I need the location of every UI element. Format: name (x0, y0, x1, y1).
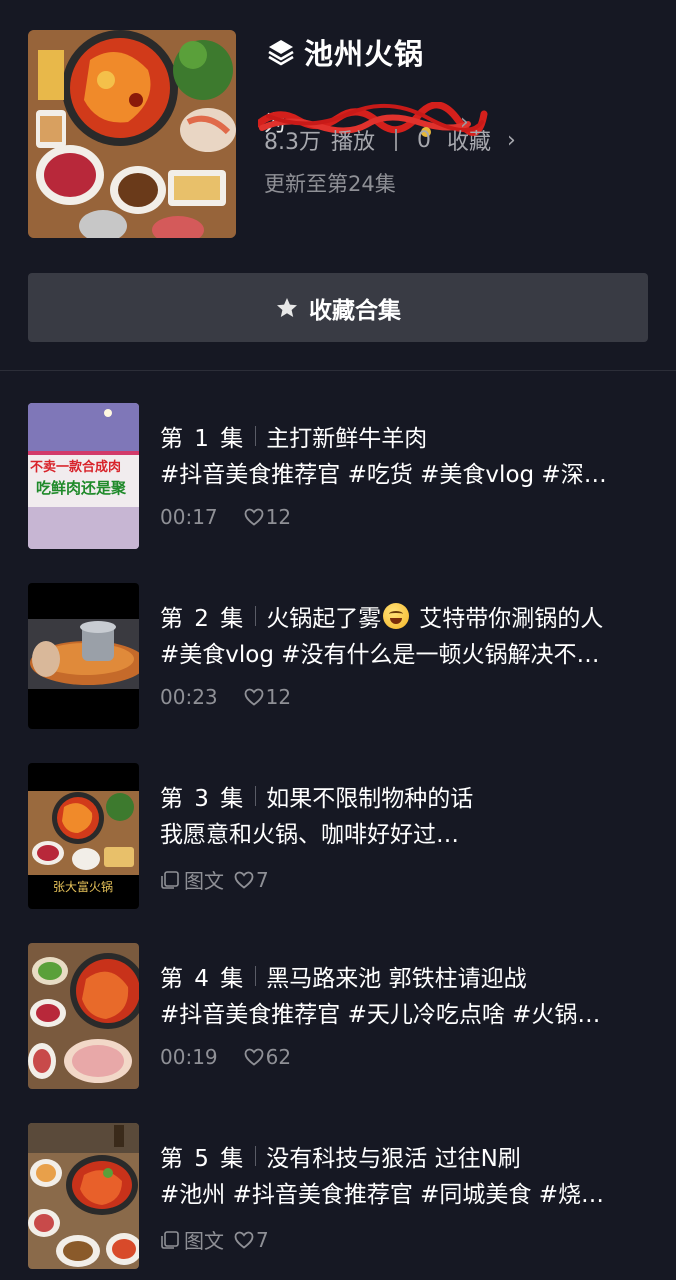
episode-meta: 00:17 12 (160, 505, 291, 529)
episode-title-row: 第 3 集 如果不限制物种的话 (160, 779, 648, 813)
episode-thumbnail[interactable] (28, 943, 139, 1089)
collection-stats: 8.3万 播放 0 收藏 › (264, 122, 516, 158)
episode-likes: 62 (265, 1045, 292, 1069)
episode-description: #抖音美食推荐官 #吃货 #美食vlog #深… (160, 462, 607, 488)
episode-likes: 12 (265, 505, 292, 529)
heart-icon (244, 688, 264, 706)
collection-header: 池州火锅 为 › 8.3万 播放 0 收藏 › 更新至第24集 (28, 30, 648, 240)
section-divider (0, 370, 676, 371)
favorites-count: 0 (417, 127, 432, 153)
episode-item[interactable]: 第 4 集 黑马路来池 郭铁柱请迎战 #抖音美食推荐官 #天儿冷吃点啥 #火锅…… (28, 943, 648, 1089)
episode-thumbnail[interactable] (28, 1123, 139, 1269)
image-post-icon (161, 1230, 179, 1249)
episode-item[interactable]: 第 5 集 没有科技与狠活 过往N刷 #池州 #抖音美食推荐官 #同城美食 #烧… (28, 1123, 648, 1269)
episode-likes: 7 (256, 1227, 269, 1252)
episode-title: 火锅起了雾 (266, 606, 382, 632)
episode-item[interactable]: 第 2 集 火锅起了雾 艾特带你涮锅的人 #美食vlog #没有什么是一顿火锅解… (28, 583, 648, 729)
episode-likes: 12 (265, 685, 292, 709)
episode-title-suffix: 艾特带你涮锅的人 (419, 606, 604, 632)
episode-description: #池州 #抖音美食推荐官 #同城美食 #烧… (160, 1182, 605, 1208)
episode-item[interactable]: 张大富火锅 第 3 集 如果不限制物种的话 我愿意和火锅、咖啡好好过… 图文 7 (28, 763, 648, 909)
episode-type-tag: 图文 (184, 1229, 224, 1253)
episode-number: 第 1 集 (160, 426, 246, 452)
stats-chevron-icon[interactable]: › (507, 128, 516, 153)
image-post-icon (161, 870, 179, 889)
episode-description: 我愿意和火锅、咖啡好好过… (160, 822, 459, 848)
episode-title-row: 第 5 集 没有科技与狠活 过往N刷 (160, 1139, 648, 1173)
episode-title: 没有科技与狠活 过往N刷 (266, 1146, 521, 1172)
laughing-emoji-icon (383, 603, 410, 629)
episode-description: #抖音美食推荐官 #天儿冷吃点啥 #火锅… (160, 1002, 601, 1028)
plays-count: 8.3万 (264, 130, 321, 155)
episode-number: 第 2 集 (160, 606, 246, 632)
collection-title-row: 池州火锅 (266, 32, 424, 72)
episode-title-row: 第 1 集 主打新鲜牛羊肉 (160, 419, 648, 453)
episode-number: 第 3 集 (160, 786, 246, 812)
episode-title-row: 第 4 集 黑马路来池 郭铁柱请迎战 (160, 959, 648, 993)
heart-icon (234, 1231, 254, 1249)
collection-cover-image[interactable] (28, 30, 236, 238)
episode-title: 如果不限制物种的话 (266, 786, 474, 812)
episode-item[interactable]: 不卖一款合成肉 吃鲜肉还是聚 第 1 集 主打新鲜牛羊肉 #抖音美食推荐官 #吃… (28, 403, 648, 549)
stats-divider (395, 129, 398, 151)
heart-icon (244, 508, 264, 526)
collect-collection-button[interactable]: 收藏合集 (28, 273, 648, 342)
collection-page: 池州火锅 为 › 8.3万 播放 0 收藏 › 更新至第24集 收藏合集 不卖一… (0, 0, 676, 1280)
episode-meta: 图文 7 (160, 1225, 269, 1254)
collection-layers-icon (268, 40, 294, 66)
episode-thumbnail[interactable]: 张大富火锅 (28, 763, 139, 909)
episode-thumbnail[interactable] (28, 583, 139, 729)
episode-duration: 00:17 (160, 505, 218, 529)
plays-label: 播放 (331, 130, 376, 155)
collection-title: 池州火锅 (304, 37, 425, 71)
episode-likes: 7 (256, 867, 269, 892)
episode-meta: 图文 7 (160, 865, 269, 894)
episode-number: 第 4 集 (160, 966, 246, 992)
favorites-label: 收藏 (447, 130, 492, 155)
episode-title: 主打新鲜牛羊肉 (266, 426, 428, 452)
episode-meta: 00:19 62 (160, 1045, 291, 1069)
update-status: 更新至第24集 (264, 172, 396, 196)
episode-duration: 00:23 (160, 685, 218, 709)
episode-title-row: 第 2 集 火锅起了雾 艾特带你涮锅的人 (160, 599, 648, 633)
episode-duration: 00:19 (160, 1045, 218, 1069)
episode-description: #美食vlog #没有什么是一顿火锅解决不… (160, 642, 600, 668)
thumb-text-line1: 不卖一款合成肉 (30, 459, 121, 475)
star-icon (277, 297, 297, 317)
thumb-text-line2: 吃鲜肉还是聚 (36, 479, 127, 497)
episode-meta: 00:23 12 (160, 685, 291, 709)
episode-thumbnail[interactable]: 不卖一款合成肉 吃鲜肉还是聚 (28, 403, 139, 549)
thumb-caption: 张大富火锅 (53, 879, 113, 894)
collect-button-label: 收藏合集 (309, 297, 401, 324)
heart-icon (244, 1048, 264, 1066)
episode-type-tag: 图文 (184, 869, 224, 893)
heart-icon (234, 871, 254, 889)
episode-number: 第 5 集 (160, 1146, 246, 1172)
episode-title: 黑马路来池 郭铁柱请迎战 (266, 966, 527, 992)
